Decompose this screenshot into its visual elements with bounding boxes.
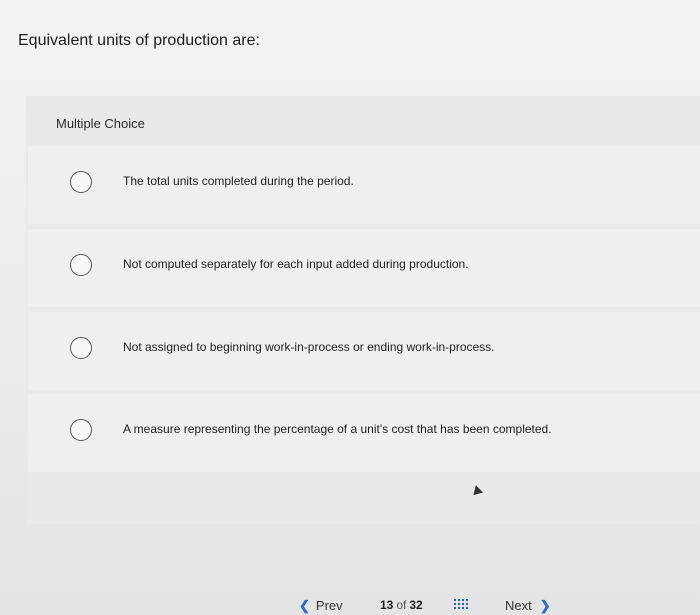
multiple-choice-panel: Multiple Choice The total units complete… (26, 96, 700, 524)
next-label: Next (505, 598, 532, 613)
total-pages: 32 (409, 598, 423, 612)
question-text: Equivalent units of production are: (18, 32, 260, 49)
question-navigation: ❮ Prev 13 of 32 Next ❯ (0, 590, 700, 615)
answer-option-1[interactable]: The total units completed during the per… (28, 146, 700, 224)
radio-button-1[interactable] (70, 171, 92, 193)
answer-option-2[interactable]: Not computed separately for each input a… (28, 229, 700, 307)
multiple-choice-header: Multiple Choice (56, 116, 145, 131)
answer-option-label-4: A measure representing the percentage of… (123, 422, 552, 436)
prev-button[interactable]: ❮ Prev (299, 598, 343, 614)
answer-option-label-1: The total units completed during the per… (123, 174, 354, 188)
next-button[interactable]: Next ❯ (505, 598, 551, 614)
current-page: 13 (380, 598, 394, 612)
page-indicator: 13 of 32 (380, 598, 423, 612)
grid-icon[interactable] (454, 599, 468, 611)
chevron-right-icon: ❯ (539, 598, 551, 613)
chevron-left-icon: ❮ (299, 598, 310, 613)
answer-option-label-3: Not assigned to beginning work-in-proces… (123, 340, 495, 354)
answer-option-4[interactable]: A measure representing the percentage of… (28, 394, 700, 472)
radio-button-2[interactable] (70, 254, 92, 276)
radio-button-4[interactable] (70, 419, 92, 441)
radio-button-3[interactable] (70, 337, 92, 359)
page-of-label: of (396, 598, 407, 612)
answer-option-label-2: Not computed separately for each input a… (123, 257, 469, 271)
answer-option-3[interactable]: Not assigned to beginning work-in-proces… (28, 312, 700, 390)
prev-label: Prev (315, 598, 343, 613)
